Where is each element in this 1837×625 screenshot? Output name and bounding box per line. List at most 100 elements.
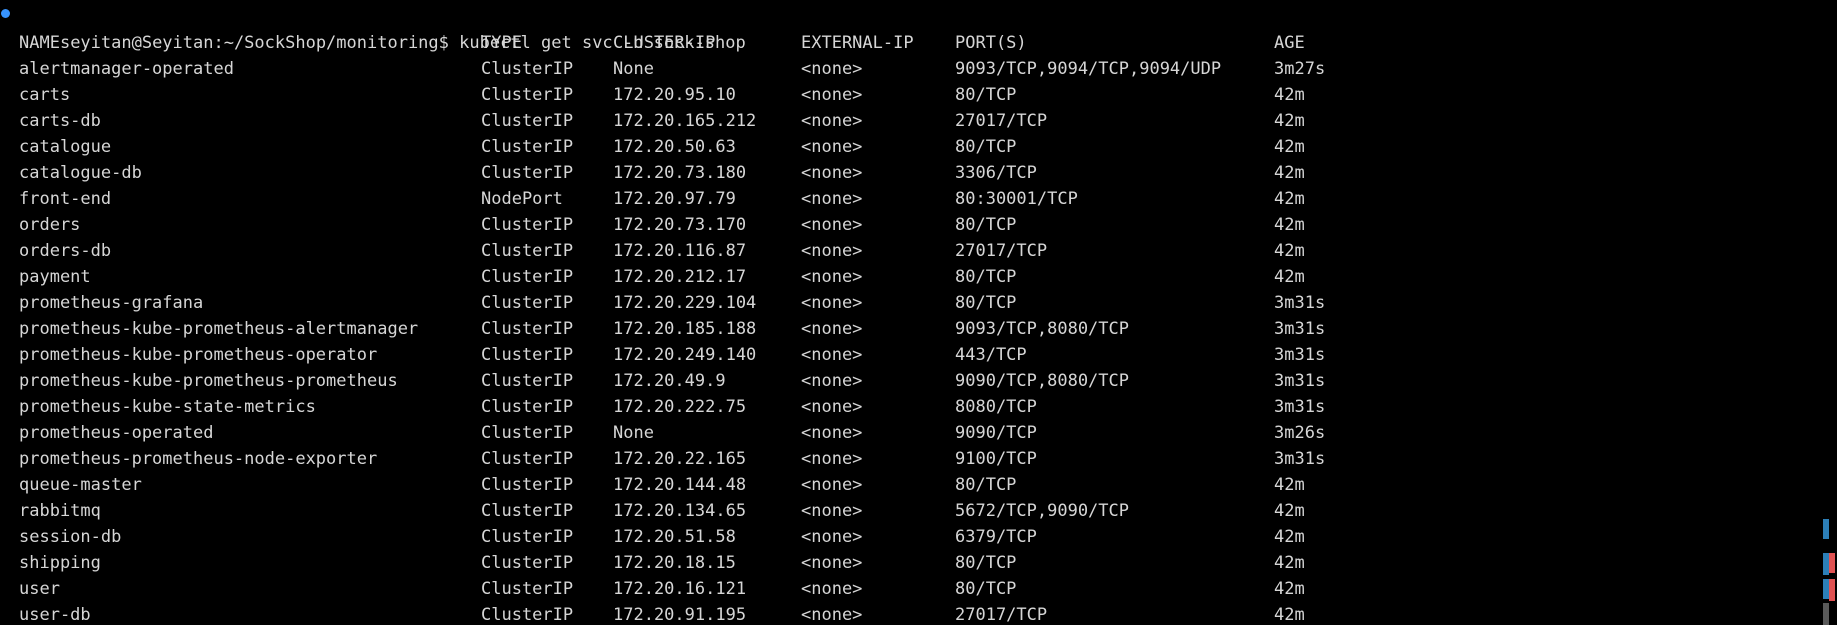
age-cell: 42m <box>1274 189 1305 209</box>
table-row: rabbitmq ClusterIP 172.20.134.65 <none> 5672… <box>19 498 1419 524</box>
service-type-cell: ClusterIP <box>481 267 574 287</box>
table-row: carts-db ClusterIP 172.20.165.212 <none> 270… <box>19 108 1419 134</box>
cluster-ip-cell: 172.20.91.195 <box>613 605 747 625</box>
ports-cell: 9100/TCP <box>955 449 1037 469</box>
cluster-ip-cell: 172.20.185.188 <box>613 319 757 339</box>
cluster-ip-cell: 172.20.144.48 <box>613 475 747 495</box>
service-name-cell: prometheus-kube-prometheus-operator <box>19 345 378 365</box>
service-type-cell: ClusterIP <box>481 501 574 521</box>
service-name-cell: user-db <box>19 605 91 625</box>
ports-cell: 8080/TCP <box>955 397 1037 417</box>
service-type-cell: ClusterIP <box>481 449 574 469</box>
table-row: orders ClusterIP 172.20.73.170 <none> 80/TCP… <box>19 212 1419 238</box>
service-type-cell: ClusterIP <box>481 423 574 443</box>
ports-cell: 27017/TCP <box>955 605 1048 625</box>
external-ip-cell: <none> <box>801 293 863 313</box>
table-row: alertmanager-operated ClusterIP None <none>… <box>19 56 1419 82</box>
age-cell: 3m31s <box>1274 397 1326 417</box>
service-name-cell: orders <box>19 215 81 235</box>
external-ip-cell: <none> <box>801 397 863 417</box>
external-ip-cell: <none> <box>801 189 863 209</box>
external-ip-cell: <none> <box>801 527 863 547</box>
table-row: prometheus-kube-state-metrics ClusterIP 17… <box>19 394 1419 420</box>
cluster-ip-cell: 172.20.229.104 <box>613 293 757 313</box>
external-ip-cell: <none> <box>801 345 863 365</box>
age-cell: 42m <box>1274 475 1305 495</box>
external-ip-cell: <none> <box>801 241 863 261</box>
external-ip-cell: <none> <box>801 475 863 495</box>
header-cluster-ip: CLUSTER-IP <box>613 33 716 53</box>
service-type-cell: ClusterIP <box>481 605 574 625</box>
age-cell: 42m <box>1274 137 1305 157</box>
cluster-ip-cell: 172.20.18.15 <box>613 553 736 573</box>
service-type-cell: ClusterIP <box>481 371 574 391</box>
ports-cell: 80/TCP <box>955 267 1017 287</box>
cluster-ip-cell: 172.20.73.170 <box>613 215 747 235</box>
table-header: NAME TYPE CLUSTER-IP EXTERNAL-IP PORT(S)… <box>19 30 1419 56</box>
service-type-cell: ClusterIP <box>481 293 574 313</box>
cluster-ip-cell: 172.20.49.9 <box>613 371 726 391</box>
ports-cell: 6379/TCP <box>955 527 1037 547</box>
table-row: payment ClusterIP 172.20.212.17 <none> 80/TC… <box>19 264 1419 290</box>
table-row: prometheus-kube-prometheus-operator Clust… <box>19 342 1419 368</box>
table-row: shipping ClusterIP 172.20.18.15 <none> 80/TC… <box>19 550 1419 576</box>
service-name-cell: shipping <box>19 553 101 573</box>
service-type-cell: ClusterIP <box>481 345 574 365</box>
age-cell: 42m <box>1274 605 1305 625</box>
service-name-cell: rabbitmq <box>19 501 101 521</box>
ports-cell: 9090/TCP,8080/TCP <box>955 371 1129 391</box>
ruler-mark-red <box>1829 553 1835 573</box>
header-name: NAME <box>19 33 60 53</box>
overview-ruler[interactable] <box>1823 0 1837 625</box>
external-ip-cell: <none> <box>801 553 863 573</box>
table-row: orders-db ClusterIP 172.20.116.87 <none> 270… <box>19 238 1419 264</box>
cluster-ip-cell: 172.20.134.65 <box>613 501 747 521</box>
age-cell: 3m31s <box>1274 293 1326 313</box>
external-ip-cell: <none> <box>801 267 863 287</box>
external-ip-cell: <none> <box>801 111 863 131</box>
command-status-dot-icon[interactable] <box>1 9 10 18</box>
cluster-ip-cell: 172.20.73.180 <box>613 163 747 183</box>
ports-cell: 9090/TCP <box>955 423 1037 443</box>
age-cell: 3m31s <box>1274 371 1326 391</box>
age-cell: 42m <box>1274 267 1305 287</box>
service-type-cell: ClusterIP <box>481 59 574 79</box>
terminal-output[interactable]: seyitan@Seyitan:~/SockShop/monitoring$ k… <box>0 0 1812 625</box>
service-name-cell: session-db <box>19 527 122 547</box>
table-row: prometheus-operated ClusterIP None <none> 90… <box>19 420 1419 446</box>
service-type-cell: ClusterIP <box>481 111 574 131</box>
service-type-cell: ClusterIP <box>481 319 574 339</box>
external-ip-cell: <none> <box>801 501 863 521</box>
table-row: catalogue ClusterIP 172.20.50.63 <none> 80/T… <box>19 134 1419 160</box>
service-type-cell: ClusterIP <box>481 397 574 417</box>
age-cell: 42m <box>1274 85 1305 105</box>
service-type-cell: ClusterIP <box>481 163 574 183</box>
service-name-cell: front-end <box>19 189 112 209</box>
ports-cell: 443/TCP <box>955 345 1027 365</box>
ports-cell: 80/TCP <box>955 215 1017 235</box>
cluster-ip-cell: 172.20.116.87 <box>613 241 747 261</box>
external-ip-cell: <none> <box>801 449 863 469</box>
cluster-ip-cell: 172.20.95.10 <box>613 85 736 105</box>
cluster-ip-cell: 172.20.165.212 <box>613 111 757 131</box>
header-ports: PORT(S) <box>955 33 1027 53</box>
external-ip-cell: <none> <box>801 371 863 391</box>
cluster-ip-cell: 172.20.97.79 <box>613 189 736 209</box>
external-ip-cell: <none> <box>801 215 863 235</box>
table-row: carts ClusterIP 172.20.95.10 <none> 80/TCP 42… <box>19 82 1419 108</box>
age-cell: 42m <box>1274 553 1305 573</box>
ruler-mark-blue <box>1823 519 1829 539</box>
age-cell: 3m31s <box>1274 449 1326 469</box>
service-name-cell: payment <box>19 267 91 287</box>
age-cell: 3m31s <box>1274 345 1326 365</box>
table-row: catalogue-db ClusterIP 172.20.73.180 <none>… <box>19 160 1419 186</box>
ports-cell: 80/TCP <box>955 579 1017 599</box>
command-line: seyitan@Seyitan:~/SockShop/monitoring$ k… <box>19 4 746 53</box>
cluster-ip-cell: None <box>613 423 654 443</box>
ruler-mark-red <box>1829 579 1835 601</box>
cluster-ip-cell: 172.20.50.63 <box>613 137 736 157</box>
header-type: TYPE <box>481 33 522 53</box>
service-name-cell: prometheus-kube-prometheus-prometheus <box>19 371 398 391</box>
ports-cell: 3306/TCP <box>955 163 1037 183</box>
table-row: user-db ClusterIP 172.20.91.195 <none> 27017… <box>19 602 1419 625</box>
